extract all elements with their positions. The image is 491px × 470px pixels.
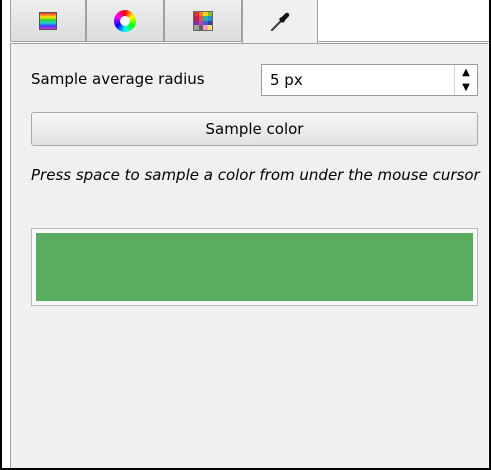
spin-buttons: ▲ ▼ xyxy=(454,65,477,95)
sample-radius-value[interactable]: 5 px xyxy=(270,70,303,90)
tab-bar-filler xyxy=(318,0,489,42)
sample-radius-spinbox[interactable]: 5 px ▲ ▼ xyxy=(261,64,478,96)
sample-radius-label: Sample average radius xyxy=(31,70,205,88)
sampled-color-swatch xyxy=(36,233,473,301)
sampled-color-swatch-frame xyxy=(31,228,478,306)
palette-cell xyxy=(207,25,212,30)
color-wheel-icon xyxy=(114,9,136,32)
gradient-icon xyxy=(39,11,57,30)
tab-color-wheel[interactable] xyxy=(86,0,164,42)
sample-color-button[interactable]: Sample color xyxy=(31,112,478,146)
spin-up-button[interactable]: ▲ xyxy=(455,65,477,80)
eyedropper-panel: Sample average radius 5 px ▲ ▼ Sample co… xyxy=(10,43,488,468)
eyedropper-icon xyxy=(270,12,290,32)
tab-bar xyxy=(2,0,489,44)
tab-gradient[interactable] xyxy=(10,0,86,42)
palette-icon xyxy=(193,10,213,31)
tab-palette[interactable] xyxy=(164,0,242,42)
spin-down-button[interactable]: ▼ xyxy=(455,80,477,95)
sample-hint-text: Press space to sample a color from under… xyxy=(31,166,480,184)
tab-eyedropper[interactable] xyxy=(242,0,318,44)
